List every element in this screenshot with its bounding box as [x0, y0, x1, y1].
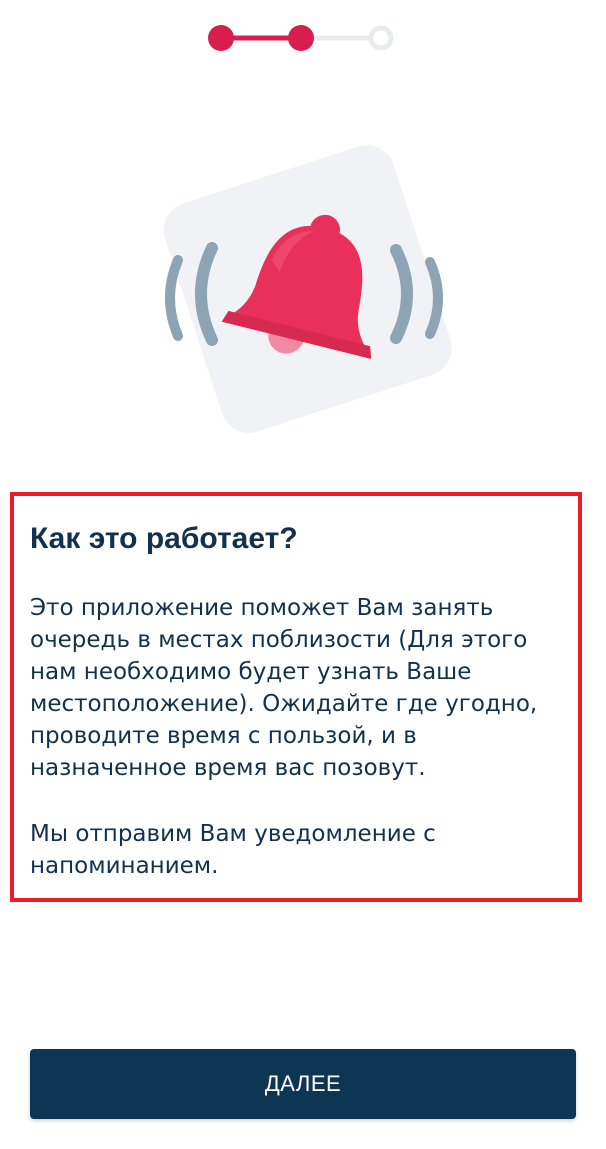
- info-paragraph-2: Мы отправим Вам уведомление с напоминани…: [30, 821, 436, 879]
- info-paragraph-1: Это приложение поможет Вам занять очеред…: [30, 595, 538, 781]
- next-button[interactable]: ДАЛЕЕ: [30, 1049, 576, 1119]
- info-title: Как это работает?: [30, 522, 298, 555]
- progress-stepper: [205, 22, 400, 54]
- sound-wave-left-outer: [165, 255, 183, 341]
- ringing-bell-icon: [163, 145, 452, 433]
- how-it-works-section: Как это работает? Это приложение поможет…: [10, 492, 582, 902]
- stepper-graphic: [208, 25, 394, 51]
- stepper-dot-3: [368, 25, 394, 51]
- bell-illustration: [150, 130, 460, 450]
- onboarding-screen: Как это работает? Это приложение поможет…: [0, 0, 606, 1149]
- stepper-dot-1: [208, 25, 234, 51]
- stepper-dot-2: [288, 25, 314, 51]
